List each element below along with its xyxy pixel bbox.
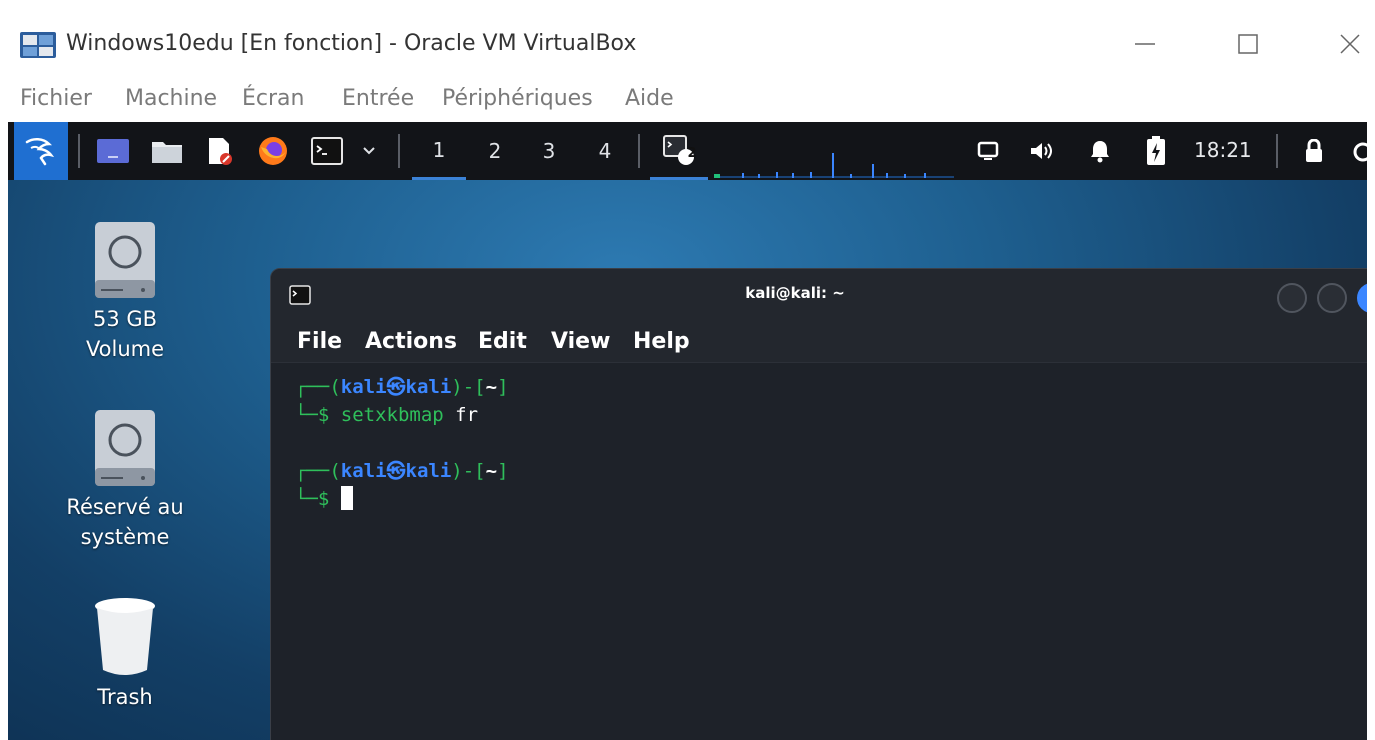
- prompt-frame: ┌──(: [295, 376, 341, 398]
- terminal-minimize-button[interactable]: [1277, 283, 1307, 313]
- terminal-output[interactable]: ┌──(kali㉿kali)-[~] └─$ setxkbmap fr ┌──(ka…: [295, 373, 509, 513]
- kali-top-panel: 1 2 3 4 2 18:21: [8, 122, 1367, 180]
- notifications-button[interactable]: [1078, 122, 1122, 180]
- terminal-window[interactable]: kali@kali: ~ File Actions Edit View Help…: [270, 268, 1367, 740]
- text-cursor: [340, 486, 353, 510]
- window-title: Windows10edu [En fonction] - Oracle VM V…: [66, 31, 637, 56]
- desktop-icon-label: Réservé au: [66, 495, 184, 519]
- prompt-header-line: ┌──(kali㉿kali)-[~]: [295, 373, 509, 401]
- terminal-maximize-button[interactable]: [1317, 283, 1347, 313]
- prompt-symbol: └─$: [295, 488, 341, 510]
- volume-icon: [1031, 143, 1052, 159]
- screen-icon: [977, 141, 999, 160]
- trash-icon: [95, 598, 155, 675]
- terminal-menu-view[interactable]: View: [551, 329, 610, 354]
- desktop-icon-system-reserved[interactable]: Réservé au système: [50, 408, 200, 552]
- terminal-titlebar[interactable]: kali@kali: ~: [271, 269, 1367, 321]
- workspace-2[interactable]: 2: [468, 122, 522, 180]
- text-editor-icon: [209, 138, 232, 165]
- terminal-menu-actions[interactable]: Actions: [365, 329, 457, 354]
- desktop-icon-label: système: [80, 525, 170, 549]
- virtualbox-app-icon: [20, 32, 56, 58]
- terminal-menu-help[interactable]: Help: [633, 329, 690, 354]
- terminal-menubar: File Actions Edit View Help: [271, 321, 1367, 363]
- terminal-menu-file[interactable]: File: [297, 329, 342, 354]
- drive-icon: [95, 222, 155, 298]
- desktop-icon-label: Volume: [85, 337, 165, 361]
- desktop-icon: [97, 139, 129, 163]
- prompt-frame: ]: [497, 460, 509, 482]
- bell-icon: [1091, 141, 1109, 163]
- terminal-menu-edit[interactable]: Edit: [478, 329, 527, 354]
- prompt-frame: ┌──(: [295, 460, 341, 482]
- drive-icon: [95, 410, 155, 486]
- prompt-path: ~: [485, 460, 498, 482]
- prompt-path: ~: [485, 376, 498, 398]
- display-tray-button[interactable]: [966, 122, 1010, 180]
- panel-separator: [638, 134, 640, 168]
- volume-button[interactable]: [1020, 122, 1064, 180]
- prompt-symbol: └─$: [295, 404, 341, 426]
- prompt-header-line: ┌──(kali㉿kali)-[~]: [295, 457, 509, 485]
- cpu-graph-icon: [714, 153, 954, 178]
- terminal-launcher-button[interactable]: [302, 122, 352, 180]
- command-name: setxkbmap: [340, 404, 444, 426]
- prompt-frame: )-[: [451, 460, 486, 482]
- close-icon: [1340, 34, 1360, 54]
- kali-menu-button[interactable]: [14, 122, 68, 180]
- lock-screen-button[interactable]: [1292, 122, 1336, 180]
- firefox-button[interactable]: [248, 122, 298, 180]
- minimize-button[interactable]: [1122, 22, 1168, 66]
- power-button[interactable]: [1348, 122, 1367, 180]
- battery-button[interactable]: [1134, 122, 1178, 180]
- prompt-frame: ]: [497, 376, 509, 398]
- guest-screen: 1 2 3 4 2 18:21 53 GB Volume Réservé au …: [8, 122, 1367, 740]
- power-icon: [1353, 142, 1367, 162]
- minimize-icon: [1135, 43, 1155, 45]
- desktop-icon-label: 53 GB: [92, 307, 158, 331]
- text-editor-button[interactable]: [194, 122, 244, 180]
- menu-ecran[interactable]: Écran: [242, 86, 304, 111]
- close-button[interactable]: [1327, 22, 1373, 66]
- command-line: └─$: [295, 485, 509, 513]
- maximize-icon: [1238, 34, 1258, 54]
- command-argument: fr: [443, 404, 479, 426]
- menu-peripheriques[interactable]: Périphériques: [442, 86, 593, 111]
- task-count-badge: 2: [687, 146, 697, 161]
- vbox-menubar: Fichier Machine Écran Entrée Périphériqu…: [0, 76, 1375, 122]
- menu-machine[interactable]: Machine: [125, 86, 217, 111]
- workspace-3[interactable]: 3: [522, 122, 576, 180]
- prompt-frame: )-[: [451, 376, 486, 398]
- terminal-launcher-dropdown[interactable]: [354, 122, 384, 180]
- menu-aide[interactable]: Aide: [625, 86, 674, 111]
- panel-separator: [398, 134, 400, 168]
- prompt-user: kali㉿kali: [340, 376, 452, 398]
- lock-icon: [1306, 139, 1322, 162]
- maximize-button[interactable]: [1225, 22, 1271, 66]
- workspace-4[interactable]: 4: [578, 122, 632, 180]
- terminal-icon: [311, 137, 343, 165]
- panel-clock[interactable]: 18:21: [1194, 138, 1252, 162]
- terminal-title: kali@kali: ~: [745, 284, 845, 302]
- panel-separator: [1276, 134, 1278, 168]
- taskbar-terminal-group[interactable]: 2: [650, 122, 708, 180]
- battery-charging-icon: [1147, 136, 1165, 165]
- desktop-icon-volume[interactable]: 53 GB Volume: [50, 220, 200, 364]
- desktop-icon-label: Trash: [97, 685, 153, 709]
- file-manager-button[interactable]: [142, 122, 192, 180]
- panel-separator: [78, 134, 80, 168]
- show-desktop-button[interactable]: [88, 122, 138, 180]
- vbox-titlebar: Windows10edu [En fonction] - Oracle VM V…: [0, 10, 1375, 76]
- firefox-icon: [259, 137, 287, 165]
- folder-icon: [152, 142, 182, 163]
- menu-entree[interactable]: Entrée: [342, 86, 414, 111]
- workspace-1[interactable]: 1: [412, 122, 466, 180]
- menu-fichier[interactable]: Fichier: [20, 86, 92, 111]
- desktop-icon-trash[interactable]: Trash: [50, 596, 200, 712]
- chevron-down-icon: [363, 147, 375, 155]
- kali-dragon-icon: [25, 138, 55, 166]
- command-line: └─$ setxkbmap fr: [295, 401, 509, 429]
- prompt-user: kali㉿kali: [340, 460, 452, 482]
